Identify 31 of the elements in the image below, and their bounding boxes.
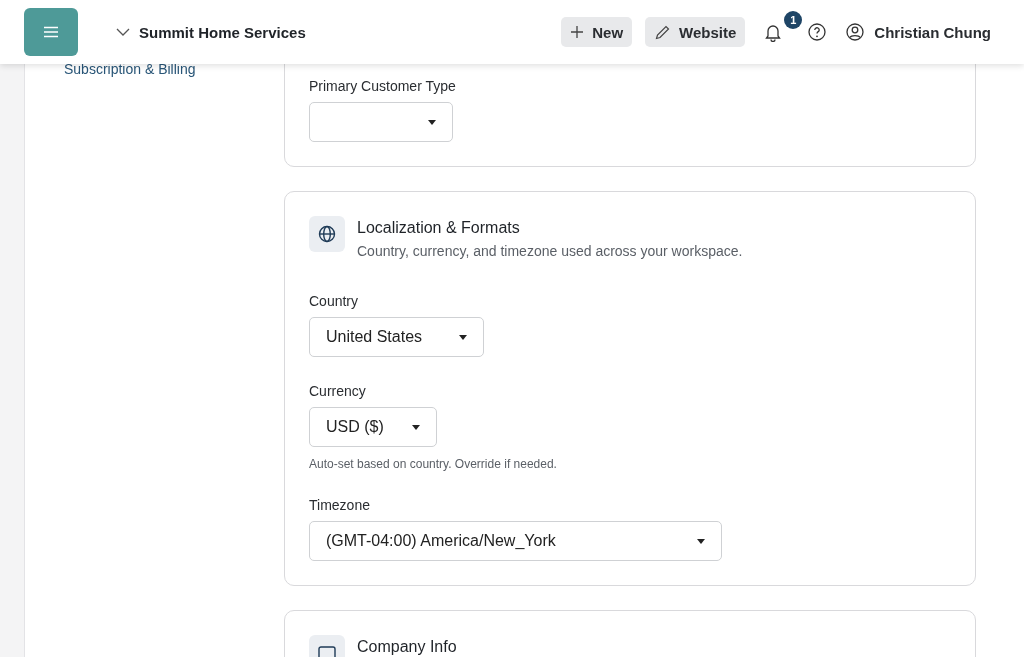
field-label: Country	[309, 293, 359, 309]
bell-icon	[764, 22, 783, 42]
chevron-down-icon	[116, 28, 130, 36]
new-button[interactable]: New	[561, 17, 633, 47]
caret-icon	[428, 119, 436, 125]
pencil-icon	[655, 24, 671, 40]
select-field[interactable]: (GMT-04:00) America/New_York	[309, 521, 722, 561]
workspace-switcher[interactable]: Summit Home Services	[116, 23, 306, 41]
section-description: Country, currency, and timezone used across your workspace.	[357, 243, 743, 259]
user-icon	[846, 23, 865, 41]
notification-badge: 1	[784, 11, 803, 29]
menu-button[interactable]	[24, 8, 78, 56]
select-field[interactable]: USD ($)	[309, 407, 437, 447]
menu-icon	[43, 26, 59, 38]
field-label: Timezone	[309, 497, 370, 513]
field-label: Primary Customer Type	[309, 78, 456, 94]
caret-icon	[459, 334, 467, 340]
select-field[interactable]	[309, 102, 453, 142]
caret-icon	[697, 538, 705, 544]
user-menu[interactable]: Christian Chung	[846, 23, 991, 41]
field-hint: Auto-set based on country. Override if needed.	[309, 457, 557, 471]
help-icon	[808, 23, 827, 41]
section-title: Localization & Formats	[357, 219, 521, 237]
select-field[interactable]: United States	[309, 317, 484, 357]
caret-icon	[412, 424, 420, 430]
sidebar-link[interactable]: Subscription & Billing	[64, 61, 196, 77]
section-title: Company Info	[357, 638, 457, 656]
globe-icon	[309, 216, 345, 252]
field-label: Currency	[309, 383, 366, 399]
website-button[interactable]: Website	[645, 17, 746, 47]
plus-icon	[571, 26, 584, 38]
